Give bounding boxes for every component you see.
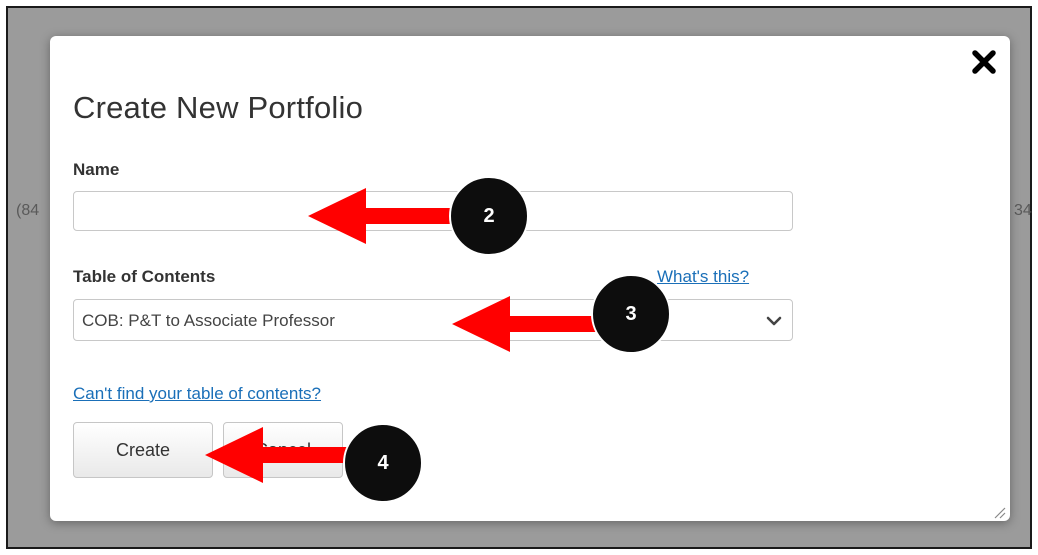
step-marker-3: 3 bbox=[591, 274, 671, 354]
toc-selected-value: COB: P&T to Associate Professor bbox=[82, 311, 335, 330]
step-marker-4: 4 bbox=[343, 423, 423, 503]
toc-select[interactable]: COB: P&T to Associate Professor bbox=[73, 299, 793, 341]
step-marker-2: 2 bbox=[449, 176, 529, 256]
annotation-arrow-create bbox=[205, 427, 365, 483]
chevron-down-icon bbox=[766, 316, 782, 326]
create-button[interactable]: Create bbox=[73, 422, 213, 478]
annotation-arrow-toc bbox=[452, 296, 612, 352]
whats-this-link[interactable]: What's this? bbox=[657, 267, 749, 287]
name-label: Name bbox=[73, 160, 120, 179]
resize-grip-icon[interactable] bbox=[990, 503, 1006, 519]
background-text-fragment-right: 34 bbox=[1014, 202, 1032, 219]
annotation-arrow-name bbox=[308, 188, 468, 244]
background-text-fragment-left: (84 bbox=[16, 202, 40, 219]
close-icon[interactable] bbox=[972, 50, 996, 74]
cant-find-toc-link[interactable]: Can't find your table of contents? bbox=[73, 384, 321, 404]
toc-label: Table of Contents bbox=[73, 267, 216, 286]
dialog-title: Create New Portfolio bbox=[73, 90, 364, 125]
